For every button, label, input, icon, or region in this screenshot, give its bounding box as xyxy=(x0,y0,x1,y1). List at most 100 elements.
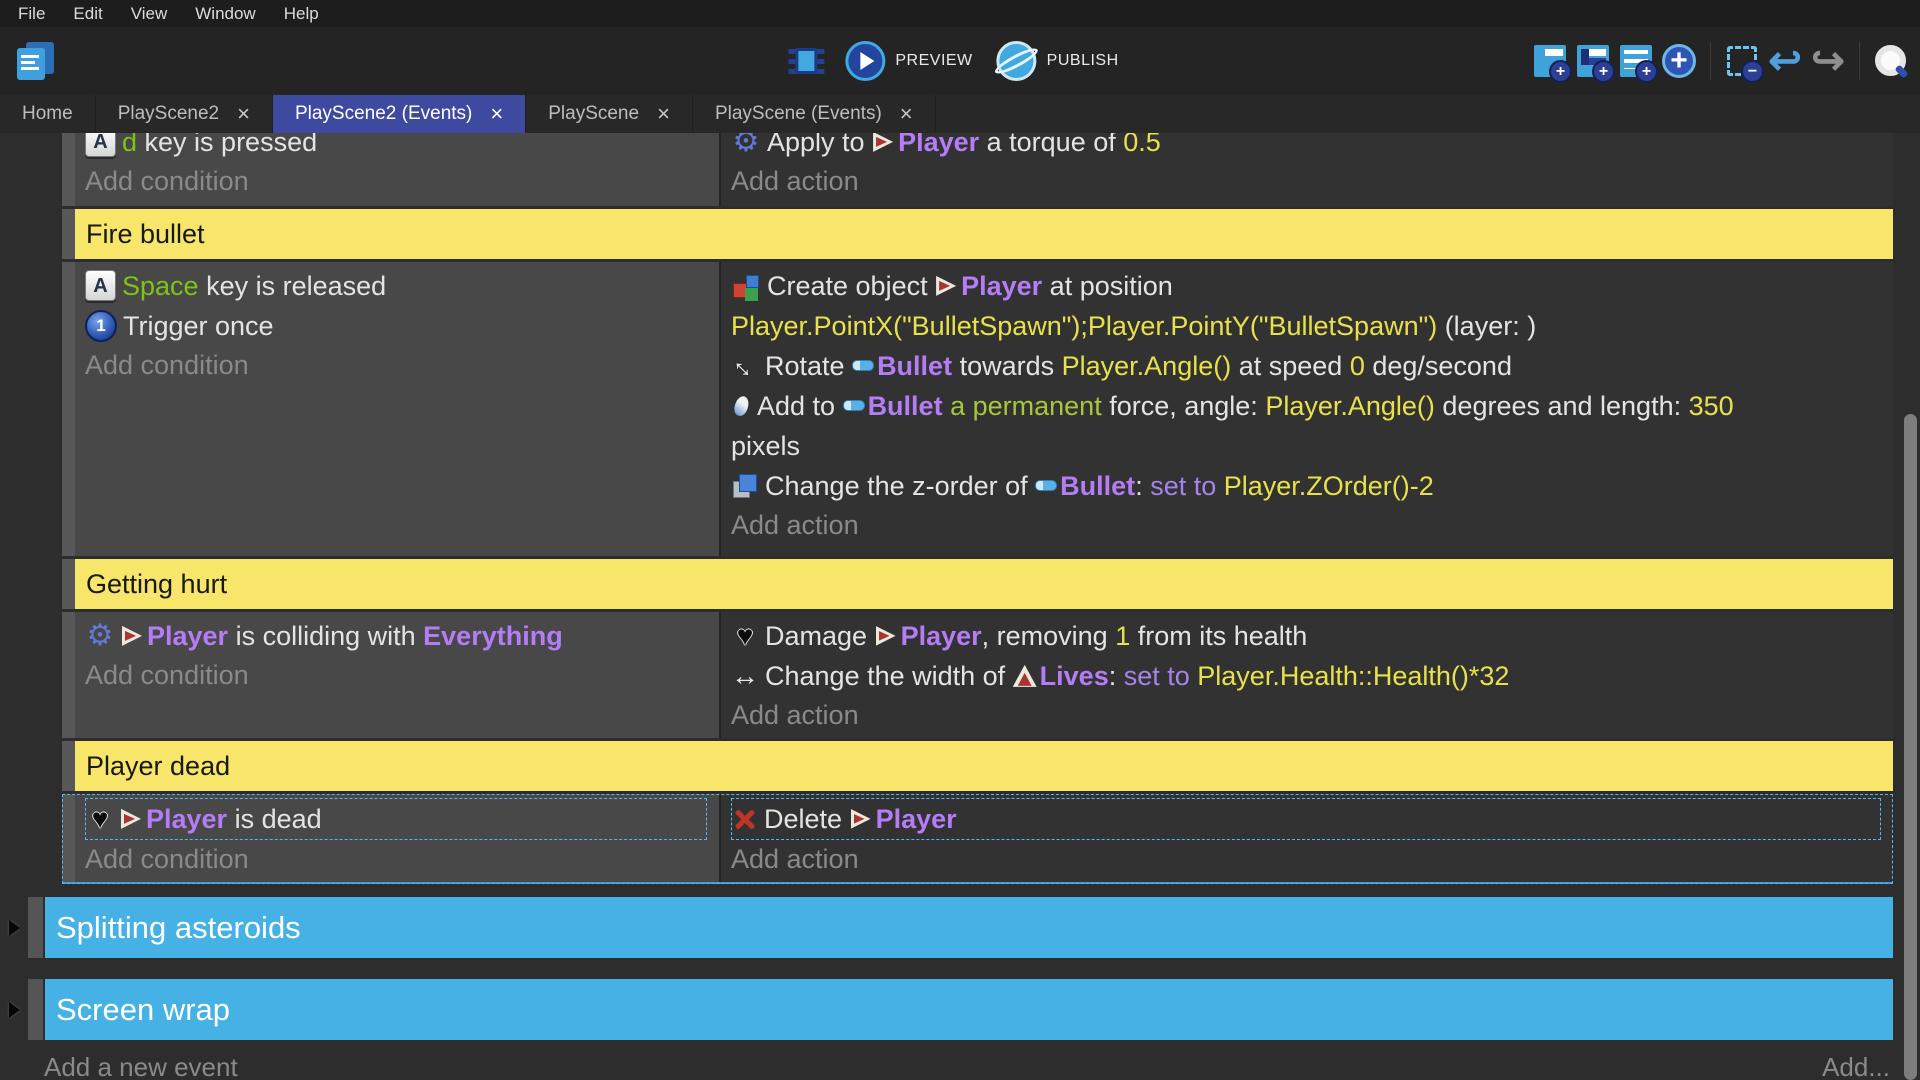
text-segment: Player.Angle() xyxy=(1265,391,1435,421)
comment-row[interactable]: Player dead xyxy=(62,741,1893,791)
add-subevent-icon[interactable]: + xyxy=(1574,42,1612,80)
drag-handle[interactable] xyxy=(62,559,75,609)
action-line[interactable]: Delete Player xyxy=(731,798,1881,840)
drag-handle[interactable] xyxy=(62,741,75,791)
text-segment: Player xyxy=(146,804,227,834)
text-segment: Player.Health::Health()*32 xyxy=(1197,661,1509,691)
event-row[interactable]: Player is colliding with EverythingAdd c… xyxy=(62,612,1893,738)
menu-help[interactable]: Help xyxy=(270,0,333,27)
drag-handle[interactable] xyxy=(62,612,75,738)
action-line[interactable]: Apply to Player a torque of 0.5 xyxy=(731,133,1887,162)
add-condition-button[interactable]: Add condition xyxy=(85,656,713,694)
actions-panel: Create object Player at position Player.… xyxy=(721,262,1893,556)
text-segment: Delete xyxy=(764,804,850,834)
menu-view[interactable]: View xyxy=(117,0,182,27)
events-sheet: d key is pressedAdd conditionApply to Pl… xyxy=(0,133,1920,1080)
add-circle-icon[interactable]: + xyxy=(1660,42,1698,80)
undo-icon[interactable]: ↩ xyxy=(1766,42,1804,80)
event-row[interactable]: Player is deadAdd condition Delete Player… xyxy=(62,794,1893,884)
toolbar-separator xyxy=(1859,42,1860,80)
action-line[interactable]: Change the width of Lives: set to Player… xyxy=(731,656,1887,696)
add-button[interactable]: Add... xyxy=(1822,1052,1890,1080)
condition-line[interactable]: Player is colliding with Everything xyxy=(85,616,713,656)
ship-icon xyxy=(120,808,142,830)
publish-button[interactable]: PUBLISH xyxy=(1047,52,1119,70)
close-icon[interactable]: × xyxy=(237,103,250,125)
redo-icon[interactable]: ↪ xyxy=(1809,42,1847,80)
text-segment: pixels xyxy=(731,431,800,461)
condition-line[interactable]: Trigger once xyxy=(85,306,713,346)
add-action-button[interactable]: Add action xyxy=(731,162,1887,200)
menu-edit[interactable]: Edit xyxy=(59,0,116,27)
event-group-row[interactable]: Screen wrap xyxy=(28,979,1893,1040)
debug-icon[interactable] xyxy=(787,42,825,80)
text-segment: Change the z-order of xyxy=(765,471,1035,501)
group-title: Screen wrap xyxy=(45,979,1893,1040)
drag-handle[interactable] xyxy=(28,897,43,958)
text-segment: Space xyxy=(122,271,199,301)
comment-row[interactable]: Fire bullet xyxy=(62,209,1893,259)
bullet-icon xyxy=(843,400,865,411)
add-action-button[interactable]: Add action xyxy=(731,840,1887,878)
remove-event-icon[interactable]: − xyxy=(1723,42,1761,80)
add-action-button[interactable]: Add action xyxy=(731,506,1887,544)
drag-handle[interactable] xyxy=(62,262,75,556)
text-segment: Create object xyxy=(767,271,935,301)
add-condition-button[interactable]: Add condition xyxy=(85,840,713,878)
heart-icon xyxy=(86,799,114,839)
event-group-row[interactable]: Splitting asteroids xyxy=(28,897,1893,958)
expand-arrow-icon[interactable] xyxy=(9,920,20,936)
condition-line[interactable]: Player is dead xyxy=(85,798,707,840)
action-line[interactable]: Add to Bullet a permanent force, angle: … xyxy=(731,386,1887,466)
text-segment: force, angle: xyxy=(1102,391,1266,421)
preview-play-icon[interactable] xyxy=(845,41,885,81)
action-line[interactable]: Change the z-order of Bullet: set to Pla… xyxy=(731,466,1887,506)
add-comment-icon[interactable]: + xyxy=(1617,42,1655,80)
action-line[interactable]: Create object Player at position Player.… xyxy=(731,266,1887,346)
comment-row[interactable]: Getting hurt xyxy=(62,559,1893,609)
add-condition-button[interactable]: Add condition xyxy=(85,162,713,200)
condition-line[interactable]: Space key is released xyxy=(85,266,713,306)
expand-arrow-icon[interactable] xyxy=(9,1002,20,1018)
condition-line[interactable]: d key is pressed xyxy=(85,133,713,162)
text-segment: a torque of xyxy=(979,133,1123,157)
text-segment: : xyxy=(1135,471,1150,501)
text-segment: Player xyxy=(147,621,228,651)
tab-playscene[interactable]: PlayScene× xyxy=(526,95,693,133)
text-segment: from its health xyxy=(1130,621,1307,651)
close-icon[interactable]: × xyxy=(490,103,503,125)
publish-planet-icon[interactable] xyxy=(997,41,1037,81)
menu-window[interactable]: Window xyxy=(181,0,269,27)
gdevelop-logo-icon[interactable] xyxy=(12,38,58,84)
add-action-button[interactable]: Add action xyxy=(731,696,1887,734)
tab-playscene2-events-[interactable]: PlayScene2 (Events)× xyxy=(273,95,526,133)
physics-icon xyxy=(85,620,115,652)
text-segment: at speed xyxy=(1231,351,1350,381)
text-segment: Player xyxy=(901,621,982,651)
close-icon[interactable]: × xyxy=(657,103,670,125)
tab-playscene2[interactable]: PlayScene2× xyxy=(96,95,273,133)
drag-handle[interactable] xyxy=(62,209,75,259)
text-segment: towards xyxy=(952,351,1062,381)
search-icon[interactable] xyxy=(1872,42,1910,80)
menu-file[interactable]: File xyxy=(4,0,59,27)
width-icon xyxy=(731,656,759,696)
preview-button[interactable]: PREVIEW xyxy=(895,52,972,70)
add-new-event-button[interactable]: Add a new event xyxy=(44,1052,238,1080)
drag-handle[interactable] xyxy=(62,133,75,206)
action-line[interactable]: Rotate Bullet towards Player.Angle() at … xyxy=(731,346,1887,386)
drag-handle[interactable] xyxy=(62,794,75,882)
conditions-panel: d key is pressedAdd condition xyxy=(75,133,719,206)
event-row[interactable]: Space key is releasedTrigger onceAdd con… xyxy=(62,262,1893,556)
zorder-icon xyxy=(731,472,759,500)
text-segment: Player.Angle() xyxy=(1062,351,1232,381)
vertical-scrollbar[interactable] xyxy=(1904,414,1917,1080)
add-condition-button[interactable]: Add condition xyxy=(85,346,713,384)
add-event-icon[interactable]: + xyxy=(1531,42,1569,80)
close-icon[interactable]: × xyxy=(900,103,913,125)
tab-home[interactable]: Home xyxy=(0,95,96,133)
action-line[interactable]: Damage Player, removing 1 from its healt… xyxy=(731,616,1887,656)
tab-playscene-events-[interactable]: PlayScene (Events)× xyxy=(693,95,936,133)
drag-handle[interactable] xyxy=(28,979,43,1040)
event-row[interactable]: d key is pressedAdd condition Apply to Pl… xyxy=(62,133,1893,206)
